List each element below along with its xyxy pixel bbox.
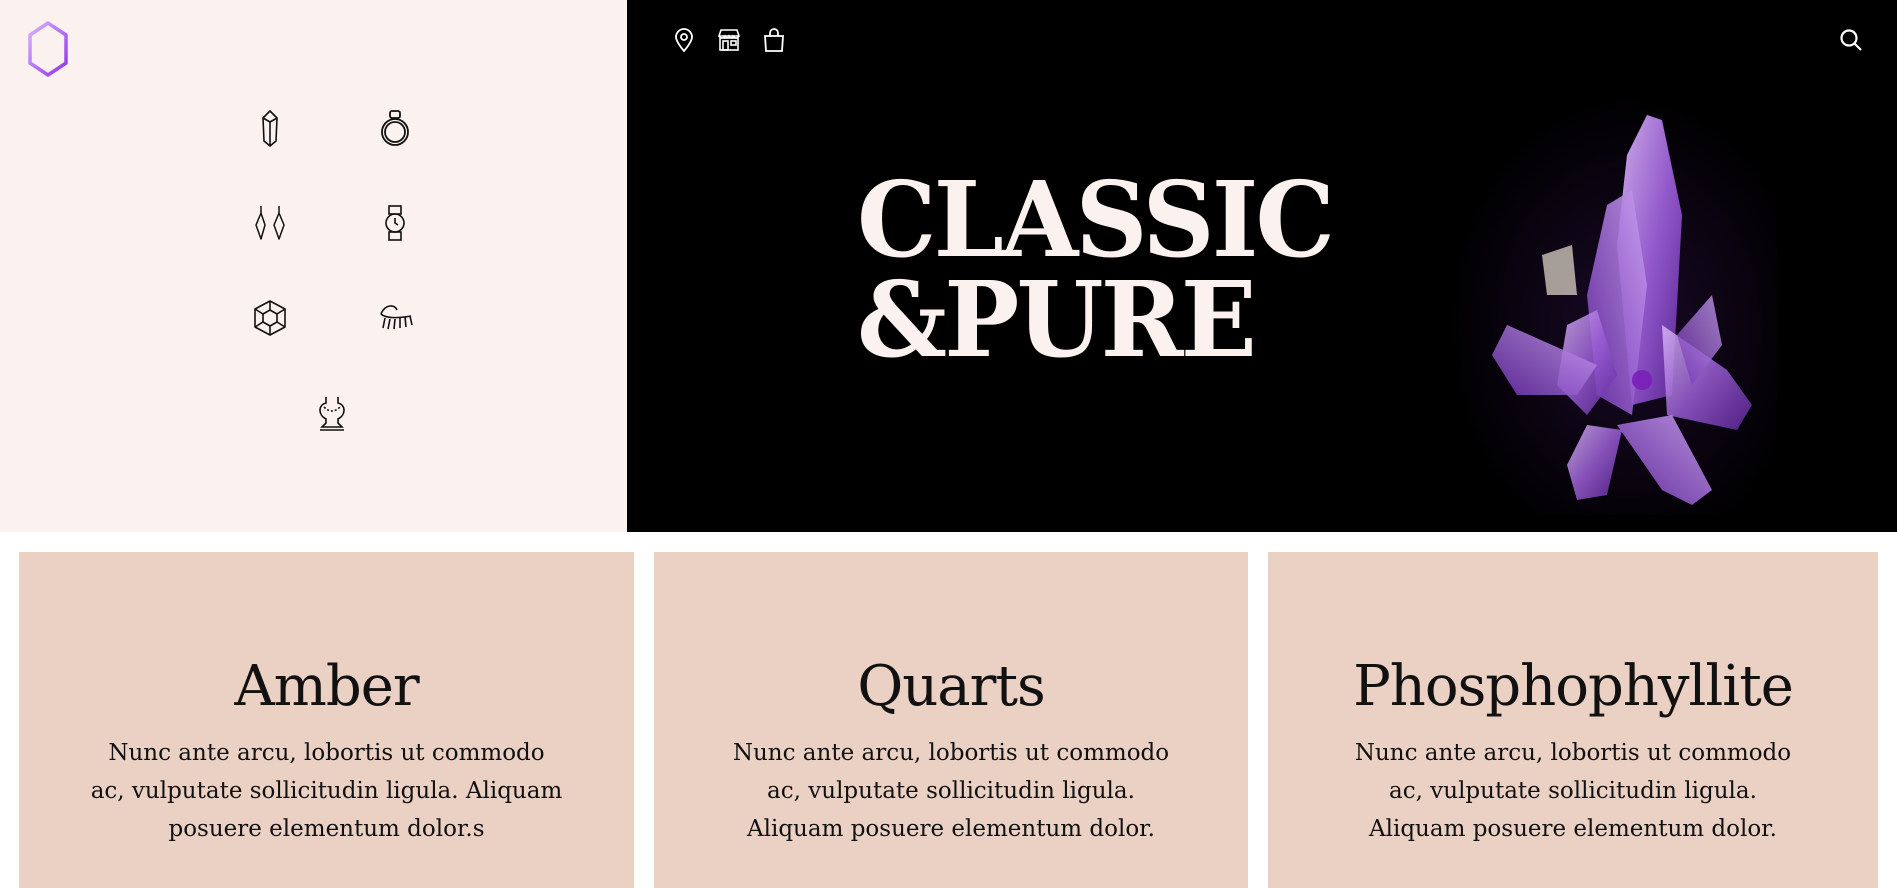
amethyst-crystal-image (1447, 95, 1777, 515)
location-pin-icon[interactable] (669, 25, 699, 55)
card-title: Quarts (857, 654, 1045, 719)
hero-title: CLASSIC &PURE (857, 158, 1335, 381)
card-quarts[interactable]: Quarts Nunc ante arcu, lobortis ut commo… (654, 552, 1248, 888)
shopping-bag-icon[interactable] (759, 25, 789, 55)
gem-icon[interactable] (248, 296, 292, 340)
earrings-icon[interactable] (248, 201, 292, 245)
card-text: Nunc ante arcu, lobortis ut commodo ac, … (90, 740, 563, 842)
card-title: Amber (234, 654, 419, 719)
hair-clip-icon[interactable] (373, 296, 417, 340)
category-panel (0, 0, 627, 532)
crystal-icon[interactable] (248, 106, 292, 150)
search-icon[interactable] (1836, 25, 1866, 55)
ring-icon[interactable] (373, 106, 417, 150)
card-title: Phosphophyllite (1353, 654, 1794, 719)
hero-banner: CLASSIC &PURE (627, 0, 1897, 532)
hexagon-logo-icon[interactable] (26, 20, 70, 78)
card-text: Nunc ante arcu, lobortis ut commodo ac, … (1354, 740, 1792, 842)
card-text: Nunc ante arcu, lobortis ut commodo ac, … (732, 740, 1170, 842)
watch-icon[interactable] (373, 201, 417, 245)
card-amber[interactable]: Amber Nunc ante arcu, lobortis ut commod… (19, 552, 634, 888)
store-icon[interactable] (714, 25, 744, 55)
necklace-bust-icon[interactable] (310, 391, 354, 435)
card-phosphophyllite[interactable]: Phosphophyllite Nunc ante arcu, lobortis… (1268, 552, 1878, 888)
